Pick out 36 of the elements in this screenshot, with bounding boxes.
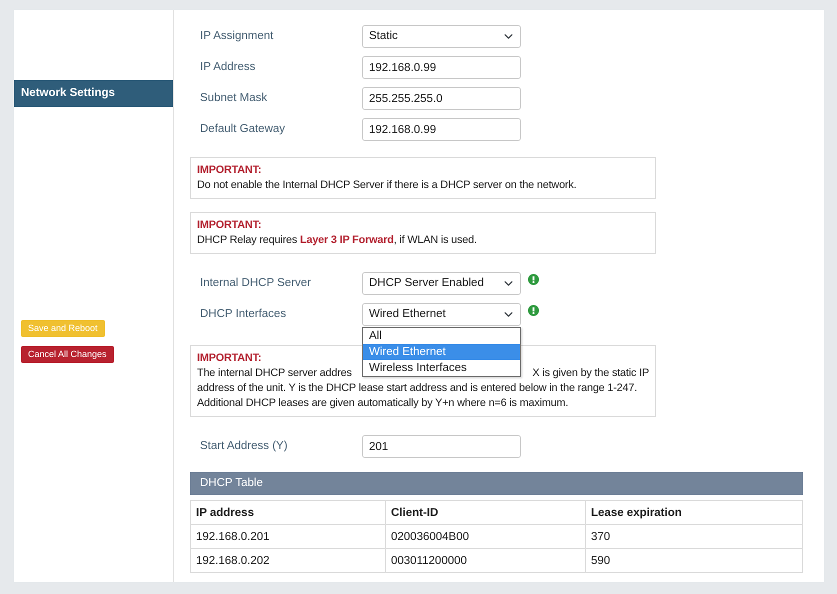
notice-title: IMPORTANT: (197, 218, 262, 233)
table-cell: 003011200000 (386, 548, 586, 572)
dropdown-option[interactable]: All (363, 328, 520, 344)
dropdown-option[interactable]: Wireless Interfaces (363, 360, 520, 376)
column-header: Lease expiration (586, 500, 802, 524)
notice-text: Do not enable the Internal DHCP Server if there is a DHCP server on the network. (197, 178, 578, 193)
cancel-button[interactable]: Cancel All Changes (21, 346, 114, 363)
field-label: IP Address (199, 60, 256, 75)
notice-text: X is given by the static IP (532, 366, 649, 381)
table-cell: 020036004B00 (386, 524, 586, 548)
field-label: Start Address (Y) (199, 439, 289, 454)
notice-text: DHCP Relay requires Layer 3 IP Forward, if WLAN is used. (197, 233, 478, 248)
notice-text: The internal DHCP server addres (197, 366, 352, 381)
table-cell: 192.168.0.202 (190, 548, 386, 572)
notice-title: IMPORTANT: (197, 163, 262, 178)
notice-title: IMPORTANT: (197, 351, 262, 366)
input-field[interactable]: 201 (362, 435, 521, 458)
column-header: Client-ID (386, 500, 586, 524)
field-label: Default Gateway (199, 122, 286, 137)
table-cell: 590 (586, 548, 802, 572)
field-label: Internal DHCP Server (199, 276, 312, 291)
table-cell: 370 (586, 524, 802, 548)
notice-text: address of the unit. Y is the DHCP lease start address and is entered below in the range 1-247. Additional DHCP leases are given automatically by Y+n where n=6 is maximum. (197, 381, 638, 411)
select-field[interactable]: Wired Ethernet (362, 303, 521, 326)
sidebar-item[interactable]: Network Settings (14, 80, 173, 107)
select-field[interactable]: Static (362, 25, 521, 48)
table-title: DHCP Table (190, 472, 803, 495)
field-label: DHCP Interfaces (199, 307, 288, 322)
field-label: Subnet Mask (199, 91, 268, 106)
field-label: IP Assignment (199, 29, 274, 44)
select-field[interactable]: DHCP Server Enabled (362, 272, 521, 295)
table-cell: 192.168.0.201 (190, 524, 386, 548)
input-field[interactable]: 192.168.0.99 (362, 56, 521, 79)
column-header: IP address (190, 500, 386, 524)
input-field[interactable]: 192.168.0.99 (362, 118, 521, 141)
input-field[interactable]: 255.255.255.0 (362, 87, 521, 110)
